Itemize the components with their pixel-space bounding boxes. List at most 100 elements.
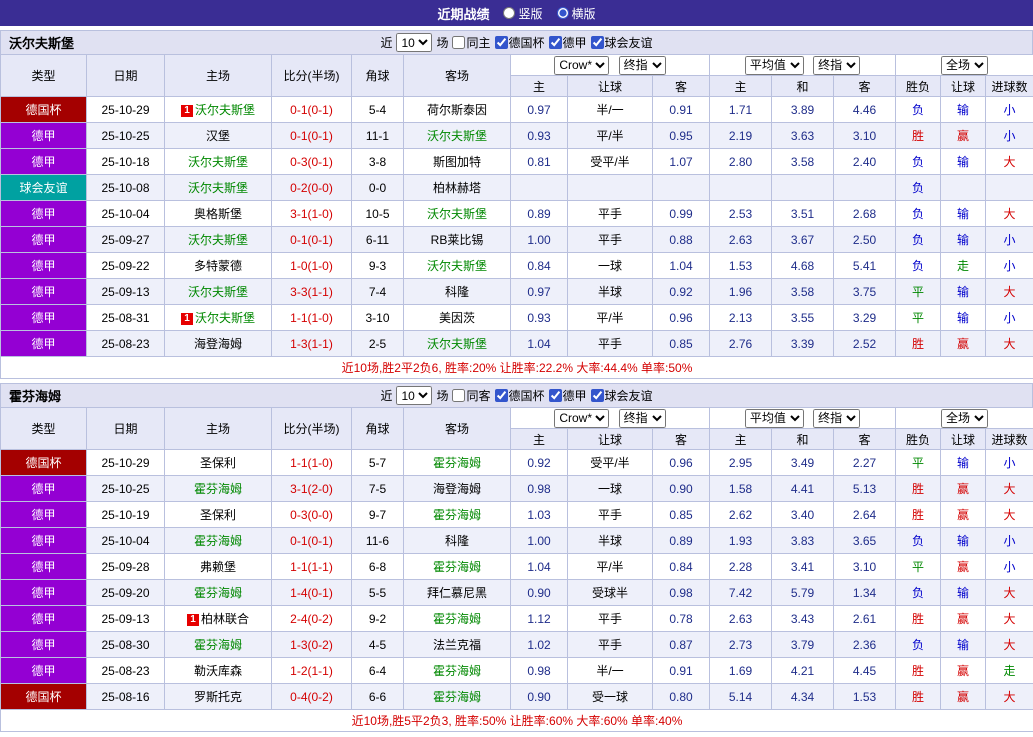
league-checkbox-bundesliga-label[interactable]: 德甲 bbox=[549, 387, 587, 404]
goals-result: 小 bbox=[986, 528, 1033, 554]
league-checkbox-cup[interactable] bbox=[495, 389, 508, 402]
scope-dropdown-cell: 全场 bbox=[896, 408, 1033, 429]
team-name-text: 弗赖堡 bbox=[200, 560, 236, 574]
team-name-text: 科隆 bbox=[445, 285, 469, 299]
avg-draw: 3.55 bbox=[772, 305, 834, 331]
league-checkbox-friendly[interactable] bbox=[591, 36, 604, 49]
team-name-text: 霍芬海姆 bbox=[433, 456, 481, 470]
avg-home: 2.80 bbox=[710, 149, 772, 175]
team-name-text: 沃尔夫斯堡 bbox=[188, 155, 248, 169]
team-name-text: 海登海姆 bbox=[433, 482, 481, 496]
away-team: RB莱比锡 bbox=[404, 227, 511, 253]
match-date: 25-08-23 bbox=[87, 658, 165, 684]
average-select[interactable]: 平均值 bbox=[745, 409, 804, 428]
handicap-result: 输 bbox=[941, 201, 986, 227]
league-checkbox-cup[interactable] bbox=[495, 36, 508, 49]
league-checkbox-friendly-label[interactable]: 球会友谊 bbox=[591, 387, 653, 404]
score: 0-1(0-1) bbox=[272, 97, 352, 123]
handicap-result: 走 bbox=[941, 253, 986, 279]
result: 胜 bbox=[896, 476, 941, 502]
corners: 6-4 bbox=[352, 658, 404, 684]
section-header: 霍芬海姆 近 10 场 同客 德国杯 德甲 球会友谊 bbox=[0, 383, 1033, 407]
odds-time-select[interactable]: 终指 bbox=[619, 56, 666, 75]
team-name-text: 霍芬海姆 bbox=[194, 534, 242, 548]
away-team: 霍芬海姆 bbox=[404, 450, 511, 476]
league-checkbox-friendly[interactable] bbox=[591, 389, 604, 402]
league-checkbox-cup-label[interactable]: 德国杯 bbox=[495, 387, 545, 404]
odds-home: 0.93 bbox=[511, 123, 568, 149]
goals-result: 大 bbox=[986, 149, 1033, 175]
team-name-text: 圣保利 bbox=[200, 508, 236, 522]
match-type: 德甲 bbox=[1, 658, 87, 684]
avg-draw: 3.39 bbox=[772, 331, 834, 357]
average-select[interactable]: 平均值 bbox=[745, 56, 804, 75]
team-name: 沃尔夫斯堡 bbox=[9, 31, 74, 54]
team-name-text: 拜仁慕尼黑 bbox=[427, 586, 487, 600]
home-team: 圣保利 bbox=[165, 502, 272, 528]
avg-draw: 3.58 bbox=[772, 279, 834, 305]
col-header-date: 日期 bbox=[87, 55, 165, 97]
league-checkbox-bundesliga[interactable] bbox=[549, 36, 562, 49]
match-type: 德甲 bbox=[1, 580, 87, 606]
col-header-handicap: 让球 bbox=[568, 76, 653, 97]
handicap-line: 受平/半 bbox=[568, 450, 653, 476]
odds-away: 1.04 bbox=[653, 253, 710, 279]
col-header-result: 胜负 bbox=[896, 76, 941, 97]
layout-horizontal-text: 横版 bbox=[572, 5, 596, 22]
handicap-line: 半球 bbox=[568, 528, 653, 554]
match-type: 德甲 bbox=[1, 632, 87, 658]
handicap-line: 半/一 bbox=[568, 97, 653, 123]
same-venue-checkbox[interactable] bbox=[452, 36, 465, 49]
odds-time-select[interactable]: 终指 bbox=[619, 409, 666, 428]
match-type: 德甲 bbox=[1, 528, 87, 554]
avg-home: 1.71 bbox=[710, 97, 772, 123]
match-row: 德甲25-10-25霍芬海姆3-1(2-0)7-5海登海姆0.98一球0.901… bbox=[1, 476, 1033, 502]
match-date: 25-09-22 bbox=[87, 253, 165, 279]
match-row: 德甲25-08-30霍芬海姆1-3(0-2)4-5法兰克福1.02平手0.872… bbox=[1, 632, 1033, 658]
odds-home: 0.89 bbox=[511, 201, 568, 227]
games-label: 场 bbox=[436, 387, 448, 404]
home-team: 奥格斯堡 bbox=[165, 201, 272, 227]
red-card-badge: 1 bbox=[181, 313, 193, 325]
team-name-text: 霍芬海姆 bbox=[433, 664, 481, 678]
layout-radio-vertical[interactable] bbox=[503, 7, 515, 19]
same-venue-checkbox-label[interactable]: 同客 bbox=[452, 387, 490, 404]
league-checkbox-bundesliga-label[interactable]: 德甲 bbox=[549, 34, 587, 51]
layout-radio-horizontal[interactable] bbox=[557, 7, 569, 19]
match-count-select[interactable]: 10 bbox=[396, 33, 432, 52]
average-time-select[interactable]: 终指 bbox=[813, 56, 860, 75]
odds-home bbox=[511, 175, 568, 201]
league-checkbox-bundesliga[interactable] bbox=[549, 389, 562, 402]
col-header-handicap: 让球 bbox=[568, 429, 653, 450]
match-count-select[interactable]: 10 bbox=[396, 386, 432, 405]
odds-company-select[interactable]: Crow* bbox=[554, 56, 609, 75]
odds-home: 0.98 bbox=[511, 658, 568, 684]
avg-home: 2.13 bbox=[710, 305, 772, 331]
avg-away: 1.34 bbox=[834, 580, 896, 606]
league-checkbox-cup-label[interactable]: 德国杯 bbox=[495, 34, 545, 51]
avg-draw: 3.51 bbox=[772, 201, 834, 227]
away-team: 美因茨 bbox=[404, 305, 511, 331]
goals-result: 小 bbox=[986, 305, 1033, 331]
avg-away: 5.13 bbox=[834, 476, 896, 502]
avg-draw: 4.34 bbox=[772, 684, 834, 710]
corners: 6-11 bbox=[352, 227, 404, 253]
home-team: 1沃尔夫斯堡 bbox=[165, 305, 272, 331]
goals-result: 走 bbox=[986, 658, 1033, 684]
odds-home: 1.00 bbox=[511, 528, 568, 554]
average-time-select[interactable]: 终指 bbox=[813, 409, 860, 428]
col-header-away: 客场 bbox=[404, 55, 511, 97]
matches-table: 类型 日期 主场 比分(半场) 角球 客场 Crow* 终指 平均值 终指 全场 bbox=[0, 54, 1033, 379]
league-checkbox-friendly-label[interactable]: 球会友谊 bbox=[591, 34, 653, 51]
scope-select[interactable]: 全场 bbox=[941, 409, 988, 428]
odds-company-select[interactable]: Crow* bbox=[554, 409, 609, 428]
same-venue-checkbox[interactable] bbox=[452, 389, 465, 402]
team-name-text: 柏林联合 bbox=[201, 612, 249, 626]
layout-radio-vertical-label[interactable]: 竖版 bbox=[503, 5, 542, 22]
col-header-goals: 进球数 bbox=[986, 76, 1033, 97]
scope-select[interactable]: 全场 bbox=[941, 56, 988, 75]
team-name-text: 法兰克福 bbox=[433, 638, 481, 652]
layout-radio-horizontal-label[interactable]: 横版 bbox=[557, 5, 596, 22]
odds-away: 1.07 bbox=[653, 149, 710, 175]
same-venue-checkbox-label[interactable]: 同主 bbox=[452, 34, 490, 51]
